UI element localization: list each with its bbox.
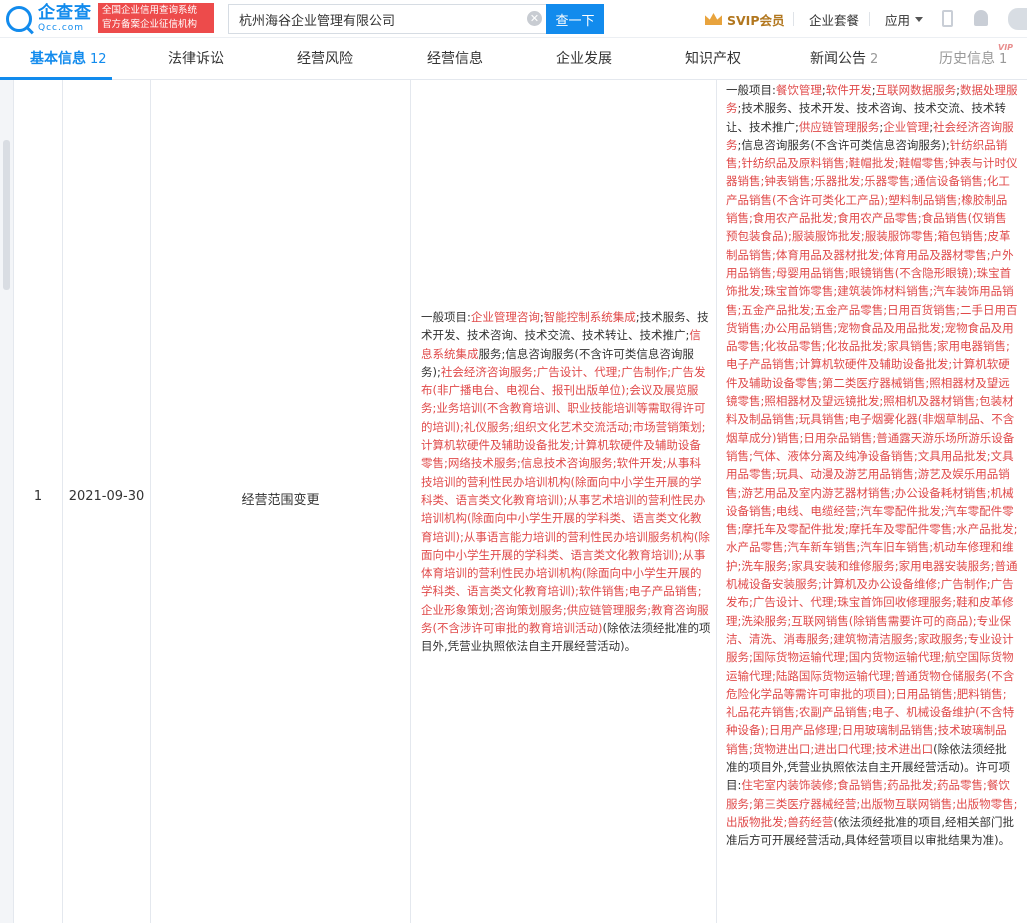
date-cell: 2021-09-30	[63, 80, 151, 923]
item-cell: 经营范围变更	[151, 80, 411, 923]
index-cell: 1	[14, 80, 63, 923]
tab-intellectual-property[interactable]: 知识产权	[685, 38, 741, 80]
divider	[869, 12, 870, 26]
notification-bell-icon[interactable]	[974, 10, 988, 26]
change-record-table: 1 2021-09-30 经营范围变更 一般项目:企业管理咨询;智能控制系统集成…	[14, 80, 1027, 923]
tab-legal-litigation[interactable]: 法律诉讼	[168, 38, 224, 80]
left-scrollbar[interactable]	[0, 80, 14, 923]
logo-magnifier-icon	[6, 6, 32, 32]
credit-system-badge: 全国企业信用查询系统 官方备案企业征信机构	[98, 3, 214, 33]
highlighted-change-text: 智能控制系统集成	[543, 310, 636, 324]
tab-enterprise-development[interactable]: 企业发展	[556, 38, 612, 80]
change-date: 2021-09-30	[68, 489, 145, 504]
scope-text: 一般项目:	[421, 310, 471, 324]
highlighted-change-text: 企业管理	[883, 119, 930, 134]
row-index: 1	[33, 489, 43, 504]
tab-business-risk[interactable]: 经营风险	[297, 38, 353, 80]
highlighted-change-text: 供应链管理服务	[798, 119, 880, 134]
caret-down-icon	[915, 16, 924, 22]
logo-name: 企查查	[38, 3, 92, 23]
before-cell: 一般项目:企业管理咨询;智能控制系统集成;技术服务、技术开发、技术咨询、技术交流…	[411, 80, 717, 923]
qcc-logo[interactable]: 企查查 Qcc.com	[6, 3, 92, 35]
top-navigation-bar: 企查查 Qcc.com 全国企业信用查询系统 官方备案企业征信机构 ✕ 查一下 …	[0, 0, 1027, 38]
after-change-content: 一般项目:餐饮管理;软件开发;互联网数据服务;数据处理服务;技术服务、技术开发、…	[726, 81, 1018, 849]
highlighted-change-text: 企业管理咨询	[470, 310, 540, 324]
company-tabs: 基本信息 12 法律诉讼 经营风险 经营信息 企业发展 知识产权 新闻公告 2 历史…	[0, 38, 1027, 80]
highlighted-change-text: 针纺织品销售;针纺织品及原料销售;鞋帽批发;鞋帽零售;钟表与计时仪器销售;钟表销…	[726, 137, 1018, 756]
before-change-content: 一般项目:企业管理咨询;智能控制系统集成;技术服务、技术开发、技术咨询、技术交流…	[421, 308, 711, 656]
change-item: 经营范围变更	[241, 493, 320, 508]
search-input[interactable]	[228, 4, 546, 34]
tab-business-info[interactable]: 经营信息	[427, 38, 483, 80]
highlighted-change-text: 社会经济咨询服务	[440, 364, 533, 379]
highlighted-change-text: 互联网数据服务	[875, 83, 957, 97]
divider	[793, 12, 794, 26]
search-button[interactable]: 查一下	[546, 4, 604, 34]
mobile-app-icon[interactable]	[942, 10, 953, 27]
scope-text: ;信息咨询服务(不含许可类信息咨询服务);	[737, 137, 950, 152]
crown-icon	[705, 13, 722, 25]
highlighted-change-text: 软件开发	[825, 83, 872, 97]
after-cell: 一般项目:餐饮管理;软件开发;互联网数据服务;数据处理服务;技术服务、技术开发、…	[717, 80, 1027, 923]
highlighted-change-text: 餐饮管理	[775, 83, 822, 97]
apps-dropdown[interactable]: 应用	[885, 0, 924, 38]
scrollbar-thumb[interactable]	[3, 140, 10, 290]
svip-link[interactable]: SVIP会员	[705, 0, 785, 38]
highlighted-change-text: ;广告设计、代理;广告制作;广告发布(非广播电台、电视台、报刊出版单位);会议及…	[421, 364, 710, 636]
tab-basic-info[interactable]: 基本信息 12	[30, 38, 107, 80]
enterprise-package-link[interactable]: 企业套餐	[809, 0, 859, 38]
vip-tag: VIP	[998, 43, 1014, 52]
logo-domain: Qcc.com	[38, 23, 85, 33]
avatar[interactable]	[1008, 8, 1027, 30]
clear-search-icon[interactable]: ✕	[527, 11, 542, 26]
tab-news-announcements[interactable]: 新闻公告 2	[810, 38, 878, 80]
scope-text: 一般项目:	[726, 83, 776, 97]
